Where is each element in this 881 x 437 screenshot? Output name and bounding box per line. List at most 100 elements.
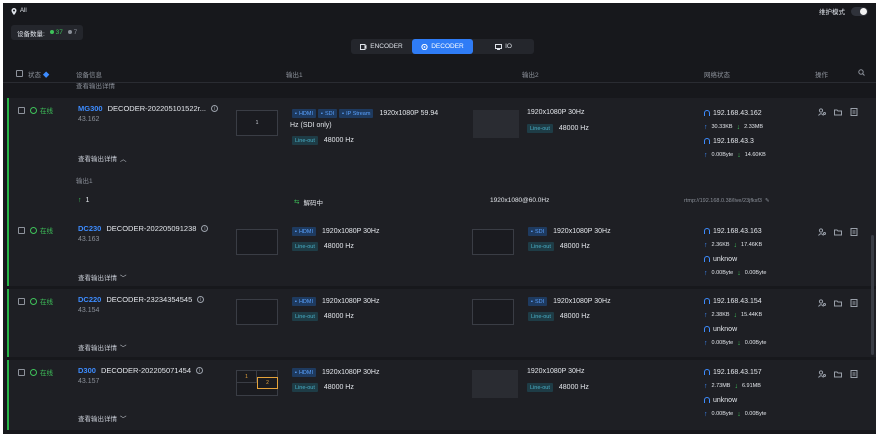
output2-resolution: 1920x1080P 30Hz [527,368,585,375]
download-icon: ↓ [733,311,738,319]
output2-preview[interactable] [472,299,514,325]
expand-label: 查看输出详情 [78,345,117,352]
filter-icon[interactable]: ◆ [43,72,50,79]
stream-url: rtmp://192.168.0.38/live/23jfksf3 ✎ [684,198,770,204]
network-traffic1: ↑ 2.73MB ↓ 6.91MB [704,379,766,393]
search-icon[interactable] [858,69,865,78]
user-settings-icon[interactable] [818,108,826,116]
device-count-label: 设备数量: [17,30,45,38]
output1-audio-rate: 48000 Hz [323,384,354,391]
line-out-tag: Line-out [292,136,318,145]
document-icon[interactable] [850,108,858,116]
output1-preview-split[interactable]: 1 2 [236,370,278,396]
folder-icon[interactable] [834,228,842,236]
network-icon [704,326,710,332]
output1-audio: Line-out 48000 Hz [292,383,354,392]
output1-preview[interactable]: 1 [236,110,278,136]
user-settings-icon[interactable] [818,370,826,378]
output1-preview[interactable] [236,229,278,255]
upload-icon: ↑ [704,339,708,347]
view-output-details-button[interactable]: 查看输出详情 ﹀ [78,413,127,423]
output1-resolution: 1920x1080P 30Hz [322,298,380,305]
output2-preview[interactable] [472,229,514,255]
header-output1: 输出1 [286,71,303,79]
device-model[interactable]: DC220 [78,295,101,304]
user-settings-icon[interactable] [818,299,826,307]
output2-audio-rate: 48000 Hz [559,243,590,250]
download-icon: ↓ [736,123,741,131]
header-output2: 输出2 [522,71,539,79]
row-checkbox[interactable] [18,369,25,376]
hdmi-tag: ▪ HDMI [292,368,317,377]
split-pane-b: 2 [257,377,278,389]
maintenance-label: 维护模式 [819,9,845,16]
view-output-details-button[interactable]: 查看输出详情 ︿ [78,153,127,163]
sdi-tag: ▪ SDI [528,227,548,236]
network-traffic2: ↑ 0.00Byte ↓ 0.00Byte [704,336,766,350]
folder-icon[interactable] [834,108,842,116]
ip1-value: 192.168.43.154 [713,297,762,305]
chevron-down-icon: ﹀ [120,345,127,352]
download2-value: 14.60KB [744,152,766,158]
document-icon[interactable] [850,299,858,307]
folder-icon[interactable] [834,299,842,307]
output2-audio-rate: 48000 Hz [558,125,589,132]
tab-io-label: IO [505,43,512,50]
upload2-value: 0.00Byte [711,152,734,158]
ip-stream-tag: ▪ IP Stream [339,109,374,118]
header-status[interactable]: 状态 ◆ [28,69,49,79]
tab-encoder[interactable]: ENCODER [351,39,412,54]
vertical-scrollbar[interactable] [871,235,874,355]
location-selector[interactable]: All [11,7,27,15]
row-checkbox[interactable] [18,298,25,305]
info-icon[interactable]: i [196,367,203,374]
maintenance-toggle[interactable] [851,6,868,16]
view-output-details-button[interactable]: 查看输出详情 ﹀ [78,342,127,352]
table-row[interactable]: 在线 DC220 DECODER-23234354545 i 43.154 查看… [7,289,876,357]
device-model[interactable]: MG300 [78,104,103,113]
network-traffic2: ↑ 0.00Byte ↓ 0.00Byte [704,266,766,280]
header-status-label: 状态 [28,71,41,79]
output2-preview[interactable] [472,370,518,398]
hdmi-tag: ▪ HDMI [292,109,317,118]
line-out-tag: Line-out [527,383,553,392]
table-row[interactable]: 在线 D300 DECODER-202205071454 i 43.157 查看… [7,360,876,430]
tab-decoder[interactable]: DECODER [412,39,473,54]
header-network: 网络状态 [704,71,730,79]
hdmi-tag-label: HDMI [298,110,314,117]
upload-icon: ↑ [704,269,708,277]
network-traffic2: ↑ 0.00Byte ↓ 0.00Byte [704,407,766,421]
folder-icon[interactable] [834,370,842,378]
output2-preview[interactable] [473,110,519,138]
row-checkbox[interactable] [18,107,25,114]
edit-icon[interactable]: ✎ [765,198,770,204]
tab-io[interactable]: IO [473,39,534,54]
output1-preview[interactable] [236,299,278,325]
table-row[interactable]: 在线 DC230 DECODER-202205091238 i 43.163 查… [7,218,876,286]
document-icon[interactable] [850,370,858,378]
select-all-checkbox[interactable] [16,70,23,77]
decoder-icon [421,43,428,50]
document-icon[interactable] [850,228,858,236]
info-icon[interactable]: i [201,225,209,232]
download2-value: 0.00Byte [744,270,767,276]
view-output-details-button[interactable]: 查看输出详情 ﹀ [78,272,127,282]
user-settings-icon[interactable] [818,228,826,236]
chevron-down-icon: ﹀ [120,416,127,423]
online-status-icon [30,297,37,305]
info-icon[interactable]: i [211,105,218,112]
device-model[interactable]: DC230 [78,224,101,233]
expand-label: 查看输出详情 [78,416,117,423]
row-actions [818,228,858,236]
network-traffic1: ↑ 2.38KB ↓ 15.44KB [704,308,766,322]
network-traffic2: ↑ 0.00Byte ↓ 14.60KB [704,148,766,162]
hdmi-icon: ▪ [295,110,297,117]
ip2-value: unknow [713,255,738,263]
sdi-tag: ▪ SDI [528,297,548,306]
status-online: 在线 [30,367,53,377]
hdmi-tag-label: HDMI [298,369,314,376]
info-icon[interactable]: i [197,296,205,303]
row-checkbox[interactable] [18,227,25,234]
online-dot-icon [49,30,54,34]
device-model[interactable]: D300 [78,366,96,375]
